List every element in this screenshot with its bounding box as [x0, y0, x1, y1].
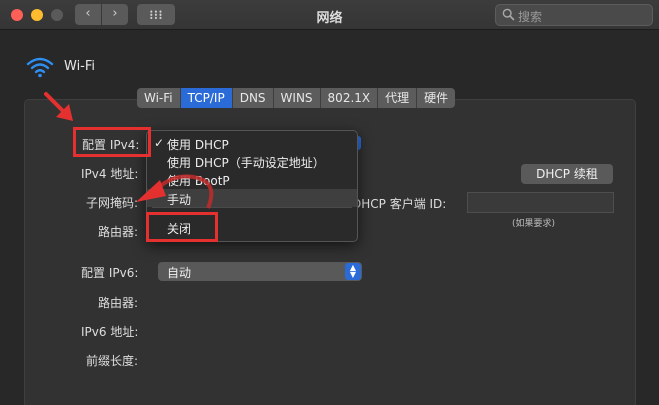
tab-wins[interactable]: WINS	[274, 88, 321, 108]
tab-proxy[interactable]: 代理	[378, 88, 418, 108]
search-placeholder: 搜索	[518, 10, 543, 24]
tab-dns[interactable]: DNS	[233, 88, 274, 108]
dhcp-renew-button[interactable]: DHCP 续租	[521, 164, 613, 184]
router-label: 路由器:	[98, 225, 139, 239]
configure-ipv6-select[interactable]: 自动 ▲ ▼	[158, 262, 362, 281]
dhcp-client-id-label: DHCP 客户端 ID:	[352, 197, 447, 211]
prefix-length-label: 前缀长度:	[86, 354, 139, 368]
search-icon	[502, 8, 515, 21]
ipv6-address-label: IPv6 地址:	[81, 325, 139, 339]
tab-8021x[interactable]: 802.1X	[321, 88, 379, 108]
configure-ipv6-label: 配置 IPv6:	[81, 266, 139, 280]
search-input[interactable]: 搜索	[495, 4, 653, 26]
configure-ipv6-value: 自动	[167, 266, 192, 280]
dhcp-client-id-hint: (如果要求)	[512, 219, 556, 229]
annotation-curved-arrow-icon	[136, 174, 214, 209]
tab-wifi[interactable]: Wi-Fi	[137, 88, 181, 108]
annotation-arrow-icon	[44, 92, 73, 121]
tab-hardware[interactable]: 硬件	[417, 88, 455, 108]
checkmark-icon: ✓	[154, 136, 165, 150]
ipv6-router-label: 路由器:	[98, 296, 139, 310]
wifi-icon	[26, 57, 54, 78]
dhcp-client-id-field[interactable]	[467, 192, 614, 213]
title-bar: ‹ › 网络 搜索	[0, 0, 659, 30]
tab-bar: Wi-Fi TCP/IP DNS WINS 802.1X 代理 硬件	[137, 88, 456, 108]
service-name: Wi-Fi	[64, 59, 96, 74]
tab-tcpip[interactable]: TCP/IP	[180, 88, 233, 108]
up-down-arrows-icon: ▲ ▼	[345, 263, 361, 280]
